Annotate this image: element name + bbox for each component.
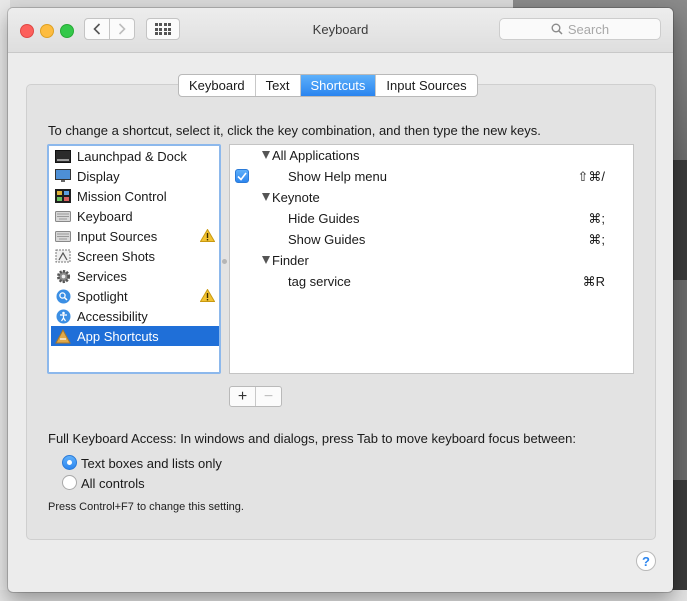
shortcut-key[interactable]: ⌘; [588, 211, 605, 227]
preferences-window: Keyboard Search Keyboard Text Shortcuts … [8, 8, 673, 592]
shortcut-row-tag-service[interactable]: tag service ⌘R [230, 271, 633, 292]
shortcut-name: Hide Guides [288, 211, 360, 226]
category-keyboard[interactable]: Keyboard [51, 206, 219, 226]
shortcut-row-show-guides[interactable]: Show Guides ⌘; [230, 229, 633, 250]
group-name: Keynote [272, 190, 320, 205]
category-display[interactable]: Display [51, 166, 219, 186]
category-screen-shots[interactable]: Screen Shots [51, 246, 219, 266]
disclosure-triangle-icon[interactable] [262, 193, 270, 201]
disclosure-triangle-icon[interactable] [262, 256, 270, 264]
radio-all-controls[interactable] [62, 475, 77, 490]
category-label: Input Sources [77, 228, 158, 244]
shortcut-list[interactable]: All Applications Show Help menu ⇧⌘/ Keyn… [229, 144, 634, 374]
category-label: Accessibility [77, 308, 148, 324]
category-mission-control[interactable]: Mission Control [51, 186, 219, 206]
radio-label-text-boxes[interactable]: Text boxes and lists only [81, 456, 222, 471]
category-label: Launchpad & Dock [77, 148, 187, 164]
disclosure-triangle-icon[interactable] [262, 151, 270, 159]
display-icon [55, 169, 71, 183]
tab-keyboard[interactable]: Keyboard [179, 75, 256, 96]
launchpad-dock-icon [55, 149, 71, 163]
shortcut-name: Show Help menu [288, 169, 387, 184]
search-field[interactable]: Search [499, 18, 661, 40]
warning-icon [199, 288, 216, 305]
control-f7-note: Press Control+F7 to change this setting. [48, 501, 244, 513]
app-shortcuts-icon [55, 328, 71, 343]
category-label: Spotlight [77, 288, 128, 304]
shortcut-name: tag service [288, 274, 351, 289]
tab-shortcuts[interactable]: Shortcuts [300, 75, 377, 96]
category-label: Mission Control [77, 188, 167, 204]
shortcut-row-show-help-menu[interactable]: Show Help menu ⇧⌘/ [230, 166, 633, 187]
add-remove-control: + − [229, 386, 282, 407]
remove-shortcut-button[interactable]: − [256, 387, 281, 406]
group-row-finder[interactable]: Finder [230, 250, 633, 271]
services-gear-icon [55, 269, 71, 283]
shortcut-row-hide-guides[interactable]: Hide Guides ⌘; [230, 208, 633, 229]
radio-label-all-controls[interactable]: All controls [81, 476, 145, 491]
add-shortcut-button[interactable]: + [230, 387, 256, 406]
checkmark-icon [237, 172, 247, 181]
input-sources-icon [55, 229, 71, 243]
category-label: App Shortcuts [77, 328, 159, 344]
search-icon [551, 23, 563, 35]
radio-text-boxes-and-lists[interactable] [62, 455, 77, 470]
category-label: Display [77, 168, 120, 184]
group-name: All Applications [272, 148, 360, 163]
spotlight-icon [55, 289, 71, 303]
category-accessibility[interactable]: Accessibility [51, 306, 219, 326]
warning-icon [199, 228, 216, 245]
shortcut-name: Show Guides [288, 232, 366, 247]
enable-checkbox[interactable] [235, 169, 249, 183]
category-label: Keyboard [77, 208, 133, 224]
tab-text[interactable]: Text [256, 75, 301, 96]
screen-shots-icon [55, 249, 71, 263]
category-launchpad-dock[interactable]: Launchpad & Dock [51, 146, 219, 166]
category-app-shortcuts[interactable]: App Shortcuts [51, 326, 219, 346]
search-placeholder: Search [567, 21, 610, 37]
category-spotlight[interactable]: Spotlight [51, 286, 219, 306]
full-keyboard-access-label: Full Keyboard Access: In windows and dia… [48, 431, 576, 446]
shortcut-category-list[interactable]: Launchpad & Dock Display Mission Control… [47, 144, 221, 374]
group-name: Finder [272, 253, 309, 268]
accessibility-icon [55, 309, 71, 323]
group-row-keynote[interactable]: Keynote [230, 187, 633, 208]
group-row-all-applications[interactable]: All Applications [230, 145, 633, 166]
mission-control-icon [55, 189, 71, 203]
title-bar: Keyboard Search [8, 8, 673, 53]
category-label: Services [77, 268, 127, 284]
instruction-text: To change a shortcut, select it, click t… [48, 123, 541, 138]
category-services[interactable]: Services [51, 266, 219, 286]
keyboard-icon [55, 209, 71, 223]
help-button[interactable]: ? [636, 551, 656, 571]
category-label: Screen Shots [77, 248, 156, 264]
shortcut-key[interactable]: ⌘; [588, 232, 605, 248]
tab-bar: Keyboard Text Shortcuts Input Sources [178, 74, 478, 97]
split-view-handle[interactable] [222, 259, 227, 264]
category-input-sources[interactable]: Input Sources [51, 226, 219, 246]
shortcut-key[interactable]: ⌘R [583, 274, 605, 290]
tab-input-sources[interactable]: Input Sources [376, 75, 476, 96]
shortcut-key[interactable]: ⇧⌘/ [577, 169, 605, 185]
